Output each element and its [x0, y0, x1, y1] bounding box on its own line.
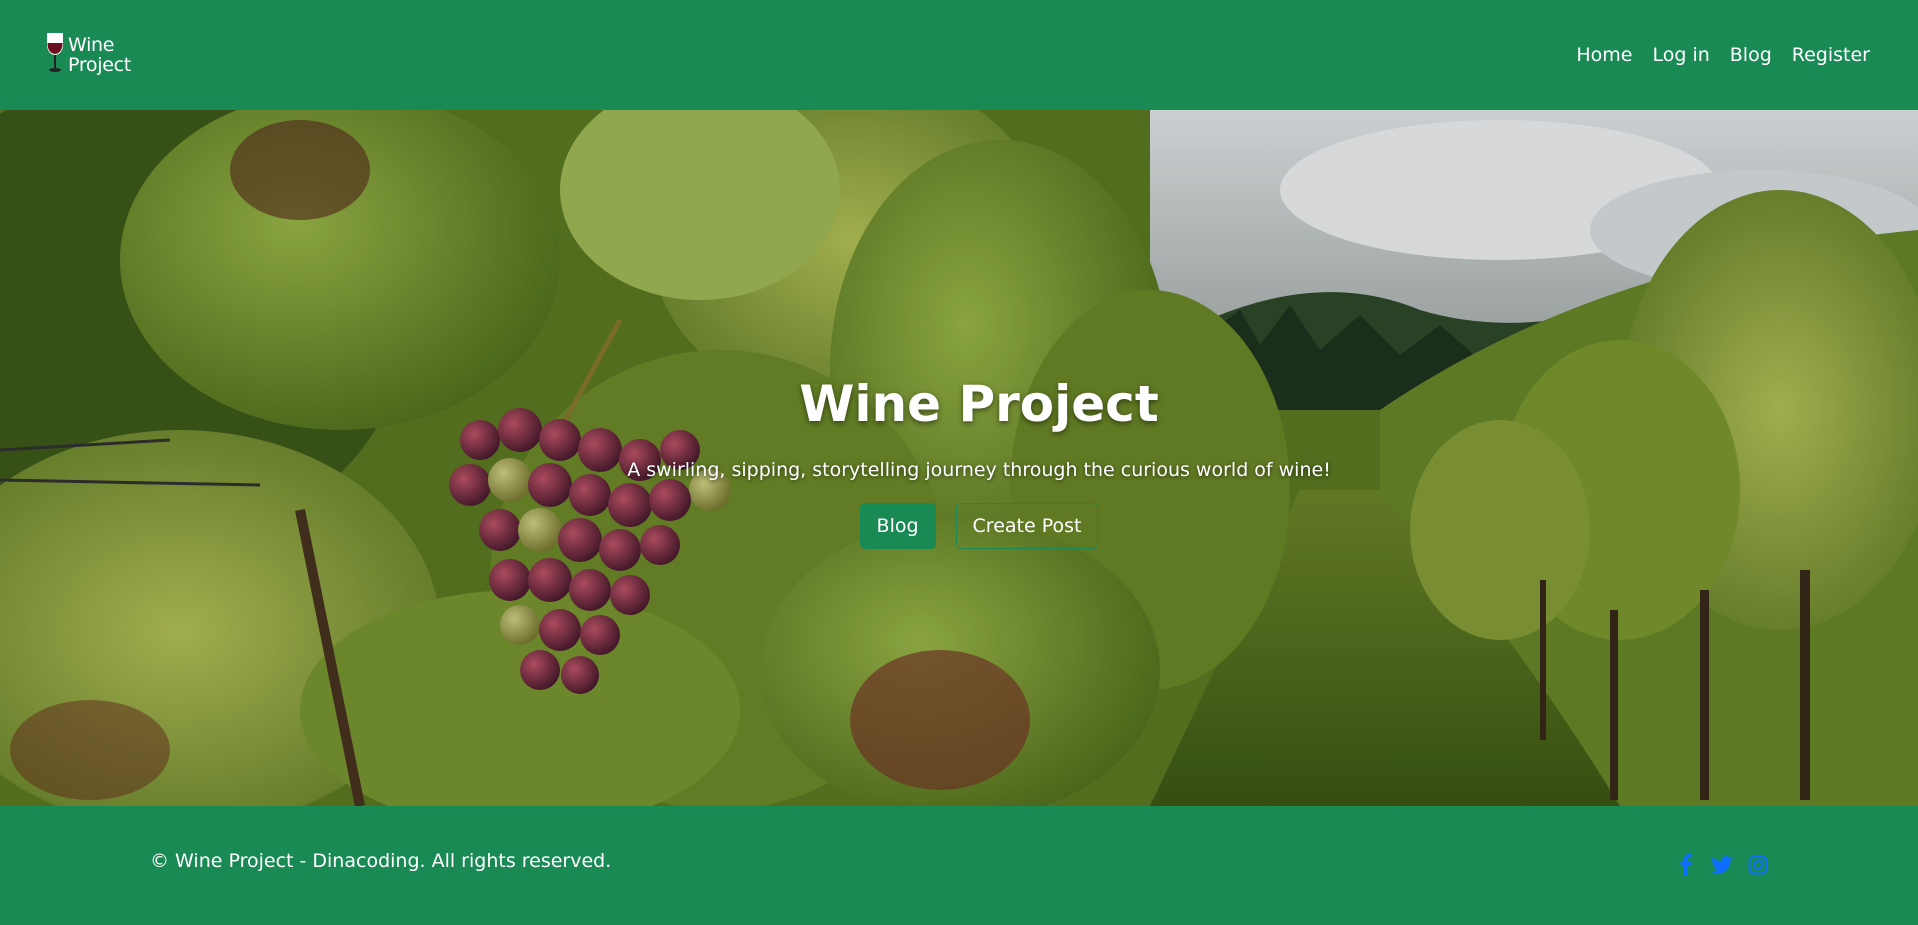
hero-title: Wine Project — [799, 375, 1159, 433]
footer: © Wine Project - Dinacoding. All rights … — [0, 806, 1918, 925]
instagram-icon[interactable] — [1746, 853, 1770, 877]
navbar: Wine Project Home Log in Blog Register — [0, 0, 1918, 110]
hero-content: Wine Project A swirling, sipping, storyt… — [0, 110, 1918, 806]
footer-copyright: © Wine Project - Dinacoding. All rights … — [150, 849, 612, 872]
nav-links: Home Log in Blog Register — [1576, 44, 1870, 66]
nav-blog[interactable]: Blog — [1730, 44, 1772, 66]
brand-line-1: Wine — [68, 34, 115, 56]
hero-subtitle: A swirling, sipping, storytelling journe… — [627, 459, 1331, 481]
brand-link[interactable]: Wine Project — [44, 30, 131, 80]
brand-line-2: Project — [68, 54, 131, 76]
hero-buttons: Blog Create Post — [859, 503, 1099, 549]
blog-button[interactable]: Blog — [859, 503, 936, 549]
social-links — [1674, 853, 1770, 877]
nav-register[interactable]: Register — [1792, 44, 1870, 66]
create-post-button[interactable]: Create Post — [955, 503, 1099, 549]
nav-login[interactable]: Log in — [1652, 44, 1709, 66]
nav-home[interactable]: Home — [1576, 44, 1632, 66]
hero: Wine Project A swirling, sipping, storyt… — [0, 110, 1918, 806]
wine-glass-icon — [44, 30, 66, 80]
twitter-icon[interactable] — [1710, 853, 1734, 877]
facebook-icon[interactable] — [1674, 853, 1698, 877]
brand-name: Wine Project — [68, 35, 131, 75]
